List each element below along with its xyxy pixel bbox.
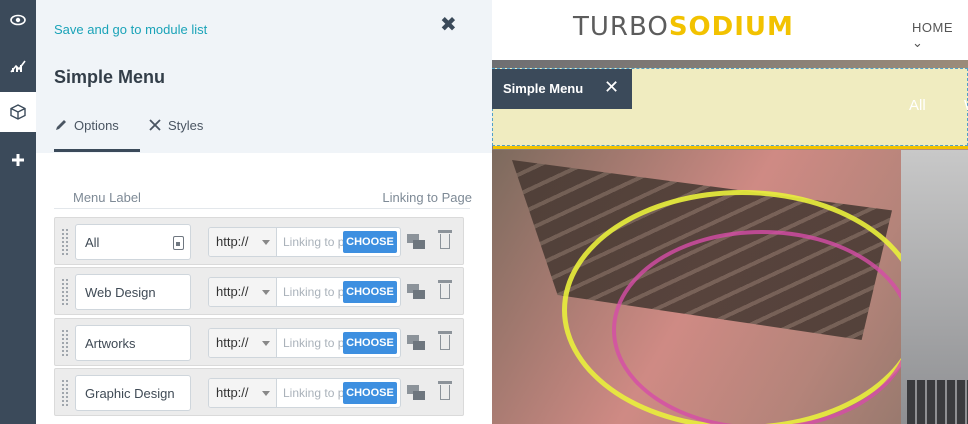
caret-down-icon xyxy=(262,290,270,295)
duplicate-icon[interactable] xyxy=(407,234,425,250)
trash-icon[interactable] xyxy=(438,331,452,351)
laptop-photo xyxy=(901,150,968,424)
protocol-value: http:// xyxy=(216,234,249,249)
drag-handle-icon[interactable] xyxy=(61,278,69,306)
pencil-icon xyxy=(54,118,68,135)
choose-button[interactable]: CHOOSE xyxy=(343,382,397,404)
caret-down-icon xyxy=(262,240,270,245)
plus-icon[interactable] xyxy=(0,140,36,180)
nav-home[interactable]: HOME ⌄ xyxy=(912,20,968,51)
link-field-group: http:// Linking to p CHOOSE xyxy=(208,378,401,408)
close-icon[interactable]: ✖ xyxy=(440,12,457,37)
menu-item-all[interactable]: All xyxy=(909,97,926,114)
module-editor-panel: Save and go to module list ✖ Simple Menu… xyxy=(36,0,492,424)
menu-label-value: Graphic Design xyxy=(85,386,175,401)
duplicate-icon[interactable] xyxy=(407,284,425,300)
cube-icon[interactable] xyxy=(0,92,36,132)
menu-item-web-design[interactable]: W xyxy=(964,97,968,114)
chevron-down-icon: ⌄ xyxy=(912,35,924,50)
column-header-linking-to-page: Linking to Page xyxy=(382,190,472,205)
caret-down-icon xyxy=(262,341,270,346)
link-input[interactable]: Linking to p xyxy=(283,336,344,350)
protocol-value: http:// xyxy=(216,385,249,400)
contact-card-icon xyxy=(173,236,184,250)
trash-icon[interactable] xyxy=(438,230,452,250)
protocol-select[interactable]: http:// xyxy=(209,329,277,357)
link-field-group: http:// Linking to p CHOOSE xyxy=(208,227,401,257)
menu-label-input[interactable]: Web Design xyxy=(75,274,191,310)
link-input[interactable]: Linking to p xyxy=(283,285,344,299)
duplicate-icon[interactable] xyxy=(407,335,425,351)
module-tag[interactable]: Simple Menu ✕ xyxy=(492,69,632,109)
close-icon[interactable]: ✕ xyxy=(604,77,619,98)
eye-icon[interactable] xyxy=(0,0,36,40)
link-field-group: http:// Linking to p CHOOSE xyxy=(208,328,401,358)
menu-label-input[interactable]: All xyxy=(75,224,191,260)
module-tag-label: Simple Menu xyxy=(503,81,584,96)
column-divider xyxy=(54,208,470,209)
choose-button[interactable]: CHOOSE xyxy=(343,231,397,253)
logo-text-turbo: TURBO xyxy=(573,12,669,42)
tab-options-label: Options xyxy=(74,118,119,133)
menu-item-row: Artworks http:// Linking to p CHOOSE xyxy=(54,318,464,366)
protocol-select[interactable]: http:// xyxy=(209,228,277,256)
panel-header: Save and go to module list ✖ Simple Menu… xyxy=(36,0,492,153)
menu-label-input[interactable]: Artworks xyxy=(75,325,191,361)
drag-handle-icon[interactable] xyxy=(61,228,69,256)
menu-label-input[interactable]: Graphic Design xyxy=(75,375,191,411)
styles-icon xyxy=(148,118,162,135)
tab-options[interactable]: Options xyxy=(54,118,140,152)
website-preview: TURBOSODIUM HOME ⌄ Simple Menu ✕ All W xyxy=(492,0,968,424)
choose-button[interactable]: CHOOSE xyxy=(343,281,397,303)
trash-icon[interactable] xyxy=(438,280,452,300)
trash-icon[interactable] xyxy=(438,381,452,401)
chart-icon[interactable] xyxy=(0,46,36,86)
menu-item-row: Graphic Design http:// Linking to p CHOOSE xyxy=(54,368,464,416)
protocol-select[interactable]: http:// xyxy=(209,278,277,306)
duplicate-icon[interactable] xyxy=(407,385,425,401)
save-and-go-to-module-list-link[interactable]: Save and go to module list xyxy=(54,22,207,37)
tab-styles-label: Styles xyxy=(168,118,204,133)
menu-label-value: Web Design xyxy=(85,285,156,300)
drag-handle-icon[interactable] xyxy=(61,329,69,357)
link-field-group: http:// Linking to p CHOOSE xyxy=(208,277,401,307)
bench-photo-rail-pink xyxy=(612,230,912,424)
link-input[interactable]: Linking to p xyxy=(283,235,344,249)
protocol-value: http:// xyxy=(216,335,249,350)
protocol-select[interactable]: http:// xyxy=(209,379,277,407)
menu-item-row: All http:// Linking to p CHOOSE xyxy=(54,217,464,265)
column-header-menu-label: Menu Label xyxy=(73,190,141,205)
tab-styles[interactable]: Styles xyxy=(148,118,203,152)
logo-text-sodium: SODIUM xyxy=(668,12,794,42)
menu-label-value: All xyxy=(85,235,100,250)
panel-title: Simple Menu xyxy=(54,67,166,87)
choose-button[interactable]: CHOOSE xyxy=(343,332,397,354)
left-rail xyxy=(0,0,36,424)
caret-down-icon xyxy=(262,391,270,396)
menu-label-value: Artworks xyxy=(85,336,136,351)
link-input[interactable]: Linking to p xyxy=(283,386,344,400)
protocol-value: http:// xyxy=(216,284,249,299)
nav-home-label: HOME xyxy=(912,20,953,35)
menu-item-row: Web Design http:// Linking to p CHOOSE xyxy=(54,267,464,315)
site-logo[interactable]: TURBOSODIUM xyxy=(573,12,794,42)
drag-handle-icon[interactable] xyxy=(61,379,69,407)
